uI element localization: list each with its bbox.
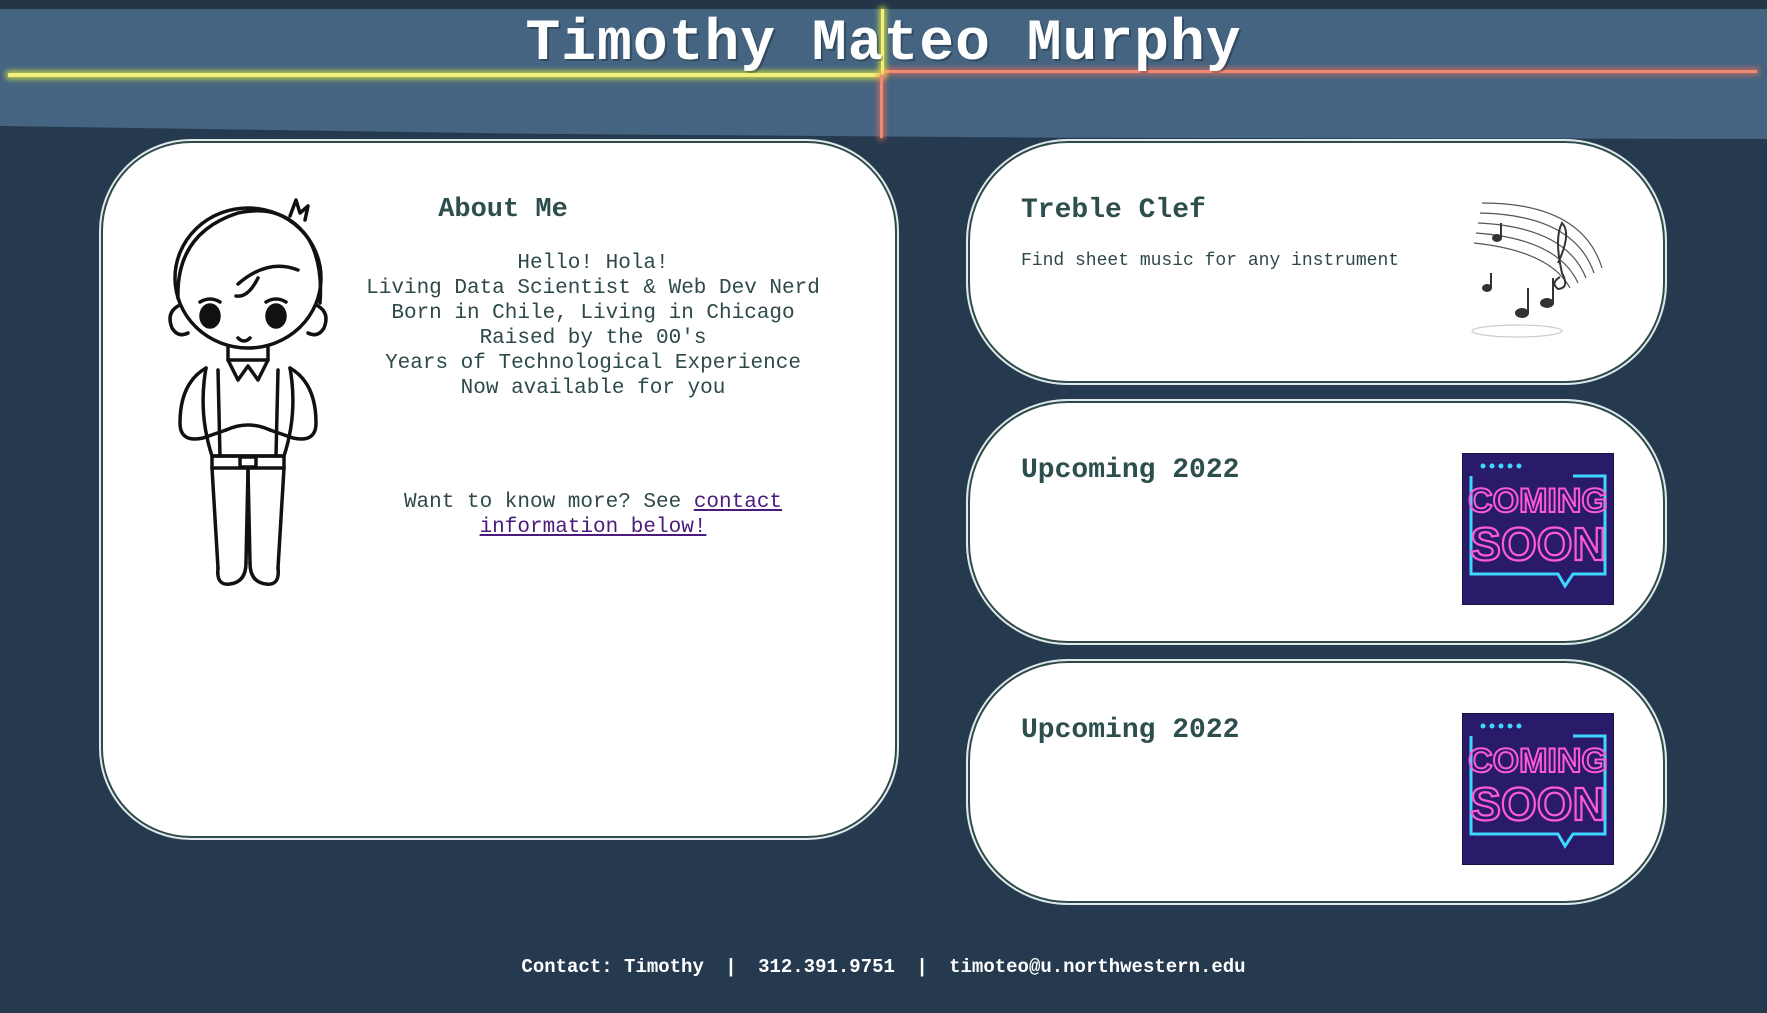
upcoming-card[interactable]: Upcoming 2022 COMING SOON — [968, 401, 1665, 643]
about-card: About Me Hello! Hola! Living Data Scient… — [101, 141, 897, 838]
card-title: Upcoming 2022 — [1021, 455, 1240, 486]
about-line: Living Data Scientist & Web Dev Nerd — [366, 277, 820, 300]
footer-email: timoteo@u.northwestern.edu — [949, 956, 1246, 978]
svg-text:SOON: SOON — [1470, 518, 1605, 570]
about-line: Now available for you — [460, 377, 726, 400]
footer-separator: | — [916, 956, 928, 978]
about-more: Want to know more? See contact informati… — [343, 490, 843, 540]
footer-separator: | — [725, 956, 737, 978]
card-title: Upcoming 2022 — [1021, 715, 1240, 746]
about-line: Years of Technological Experience — [385, 352, 801, 375]
footer-phone: 312.391.9751 — [758, 956, 895, 978]
svg-text:COMING: COMING — [1468, 742, 1608, 780]
about-text: Hello! Hola! Living Data Scientist & Web… — [343, 251, 843, 401]
about-more-text: Want to know more? See — [403, 491, 694, 514]
about-line: Born in Chile, Living in Chicago — [391, 302, 795, 325]
top-strip — [0, 0, 1767, 9]
page-title: Timothy Mateo Murphy — [525, 12, 1242, 77]
about-line: Raised by the 00's — [479, 327, 707, 350]
card-title: Treble Clef — [1021, 195, 1206, 226]
card-description: Find sheet music for any instrument — [1021, 251, 1400, 271]
music-notes-icon — [1471, 202, 1603, 338]
svg-text:COMING: COMING — [1468, 482, 1608, 520]
footer-contact-name: Contact: Timothy — [521, 956, 704, 978]
about-title: About Me — [438, 195, 568, 225]
neon-line-vertical-red — [880, 75, 883, 138]
treble-clef-card[interactable]: Treble Clef Find sheet music for any ins… — [968, 141, 1665, 383]
about-line: Hello! Hola! — [517, 252, 669, 275]
footer-contact: Contact: Timothy | 312.391.9751 | timote… — [0, 956, 1767, 978]
coming-soon-neon-icon: COMING SOON — [1462, 713, 1614, 865]
avatar-illustration-icon — [168, 198, 328, 586]
coming-soon-neon-icon: COMING SOON — [1462, 453, 1614, 605]
svg-text:SOON: SOON — [1470, 778, 1605, 830]
upcoming-card[interactable]: Upcoming 2022 COMING SOON — [968, 661, 1665, 903]
